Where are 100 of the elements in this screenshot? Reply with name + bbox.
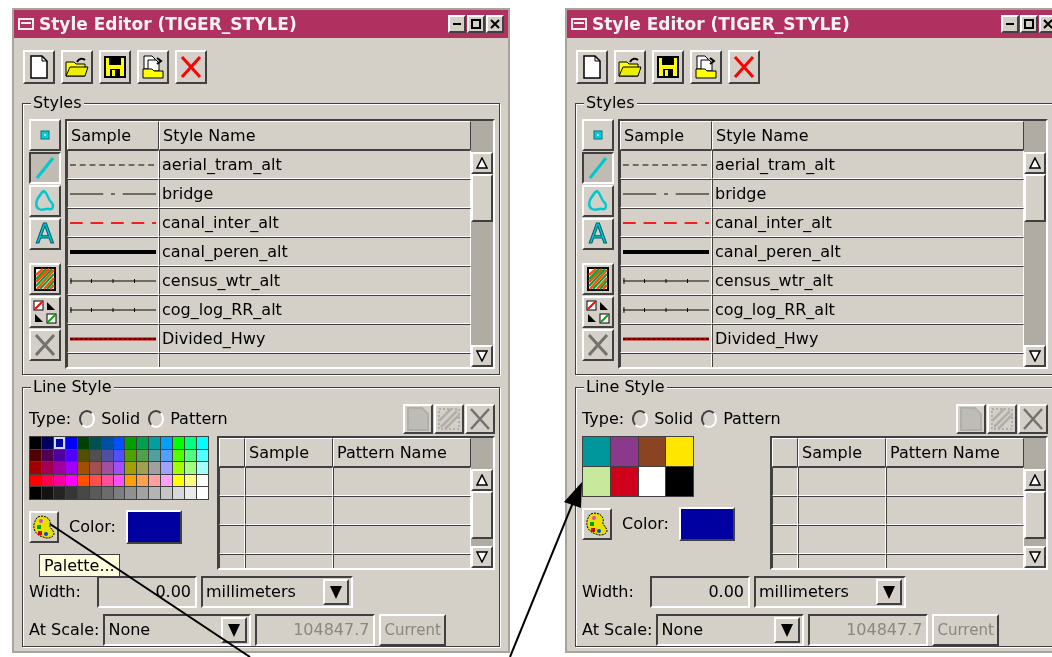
sample-cell[interactable]	[620, 208, 712, 237]
color-swatch[interactable]	[89, 487, 101, 499]
sample-cell[interactable]	[67, 295, 159, 324]
minimize-button[interactable]	[448, 15, 466, 33]
width-field[interactable]: 0.00	[97, 576, 197, 608]
maximize-button[interactable]	[1020, 15, 1038, 33]
table-cell[interactable]: cog_log_RR_alt	[712, 295, 1024, 324]
scroll-down-button[interactable]	[1024, 345, 1046, 367]
toolbar-button[interactable]	[61, 50, 93, 84]
color-swatch[interactable]	[137, 462, 149, 474]
color-swatch[interactable]	[125, 437, 137, 449]
sample-cell[interactable]	[620, 324, 712, 353]
sample-cell[interactable]	[67, 179, 159, 208]
color-swatch[interactable]	[41, 474, 53, 486]
color-swatch[interactable]	[77, 474, 89, 486]
color-swatch[interactable]	[77, 449, 89, 461]
sample-cell[interactable]	[620, 237, 712, 266]
toolbar-button[interactable]	[137, 50, 169, 84]
color-swatch[interactable]	[173, 437, 185, 449]
color-swatch[interactable]	[41, 449, 53, 461]
color-swatch[interactable]	[101, 462, 113, 474]
scale-dropdown[interactable]: None	[103, 614, 252, 646]
scrollbar-thumb[interactable]	[1024, 491, 1046, 539]
color-swatch[interactable]	[89, 449, 101, 461]
style-type-tab[interactable]	[582, 152, 614, 184]
sample-cell[interactable]	[67, 150, 159, 179]
color-swatch[interactable]	[666, 467, 693, 496]
color-swatch[interactable]	[137, 474, 149, 486]
color-swatch[interactable]	[101, 474, 113, 486]
toolbar-button[interactable]	[23, 50, 55, 84]
color-swatch[interactable]	[89, 437, 101, 449]
width-field[interactable]: 0.00	[650, 576, 750, 608]
sample-cell[interactable]	[620, 150, 712, 179]
sample-cell[interactable]	[67, 208, 159, 237]
color-swatch[interactable]	[185, 449, 197, 461]
color-swatch[interactable]	[185, 462, 197, 474]
scrollbar-thumb[interactable]	[471, 174, 493, 222]
color-swatch[interactable]	[125, 487, 137, 499]
color-swatch[interactable]	[41, 462, 53, 474]
minimize-button[interactable]	[1001, 15, 1019, 33]
radio-button[interactable]: Solid	[79, 409, 141, 429]
close-button[interactable]	[1039, 15, 1052, 33]
color-swatch[interactable]	[137, 449, 149, 461]
color-swatch[interactable]	[101, 449, 113, 461]
color-swatch[interactable]	[197, 474, 208, 486]
color-swatch[interactable]	[137, 437, 149, 449]
color-swatch[interactable]	[65, 437, 77, 449]
color-swatch[interactable]	[53, 474, 65, 486]
color-swatch[interactable]	[125, 449, 137, 461]
color-swatch[interactable]	[113, 437, 125, 449]
sample-cell[interactable]	[620, 266, 712, 295]
toolbar-button[interactable]	[614, 50, 646, 84]
table-cell[interactable]: cog_log_RR_alt	[159, 295, 471, 324]
color-swatch[interactable]	[30, 487, 41, 499]
color-swatch[interactable]	[53, 462, 65, 474]
color-swatch[interactable]	[161, 462, 173, 474]
units-dropdown[interactable]: millimeters	[201, 576, 353, 608]
color-swatch[interactable]	[185, 437, 197, 449]
color-swatch[interactable]	[101, 487, 113, 499]
color-swatch[interactable]	[41, 487, 53, 499]
scroll-up-button[interactable]	[1024, 469, 1046, 491]
color-swatch[interactable]	[65, 449, 77, 461]
color-swatch[interactable]	[125, 474, 137, 486]
color-swatch[interactable]	[53, 487, 65, 499]
color-swatch[interactable]	[185, 487, 197, 499]
color-swatch[interactable]	[53, 449, 65, 461]
color-swatch[interactable]	[77, 437, 89, 449]
color-swatch[interactable]	[173, 462, 185, 474]
color-swatch[interactable]	[30, 449, 41, 461]
color-swatch[interactable]	[197, 449, 208, 461]
table-cell[interactable]: canal_inter_alt	[159, 208, 471, 237]
color-swatch[interactable]	[583, 467, 610, 496]
color-swatch[interactable]	[101, 437, 113, 449]
color-swatch[interactable]	[161, 437, 173, 449]
color-swatch[interactable]	[65, 487, 77, 499]
toolbar-button[interactable]	[576, 50, 608, 84]
color-swatch[interactable]	[197, 462, 208, 474]
color-swatch[interactable]	[149, 487, 161, 499]
color-swatch[interactable]	[113, 487, 125, 499]
table-cell[interactable]: bridge	[712, 179, 1024, 208]
table-cell[interactable]: canal_peren_alt	[712, 237, 1024, 266]
table-cell[interactable]: census_wtr_alt	[159, 266, 471, 295]
sample-cell[interactable]	[67, 237, 159, 266]
table-cell[interactable]: bridge	[159, 179, 471, 208]
color-swatch[interactable]	[65, 462, 77, 474]
palette-button[interactable]	[582, 508, 612, 540]
color-swatch[interactable]	[173, 449, 185, 461]
color-swatch[interactable]	[149, 449, 161, 461]
radio-button[interactable]: Pattern	[148, 409, 228, 429]
color-swatch[interactable]	[113, 449, 125, 461]
color-swatch[interactable]	[197, 487, 208, 499]
style-type-tab[interactable]	[29, 152, 61, 184]
color-swatch[interactable]	[666, 437, 693, 466]
color-swatch[interactable]	[161, 487, 173, 499]
color-swatch[interactable]	[89, 474, 101, 486]
color-swatch[interactable]	[197, 437, 208, 449]
table-cell[interactable]: canal_peren_alt	[159, 237, 471, 266]
color-swatch[interactable]	[113, 462, 125, 474]
sample-cell[interactable]	[67, 324, 159, 353]
color-swatch[interactable]	[173, 487, 185, 499]
